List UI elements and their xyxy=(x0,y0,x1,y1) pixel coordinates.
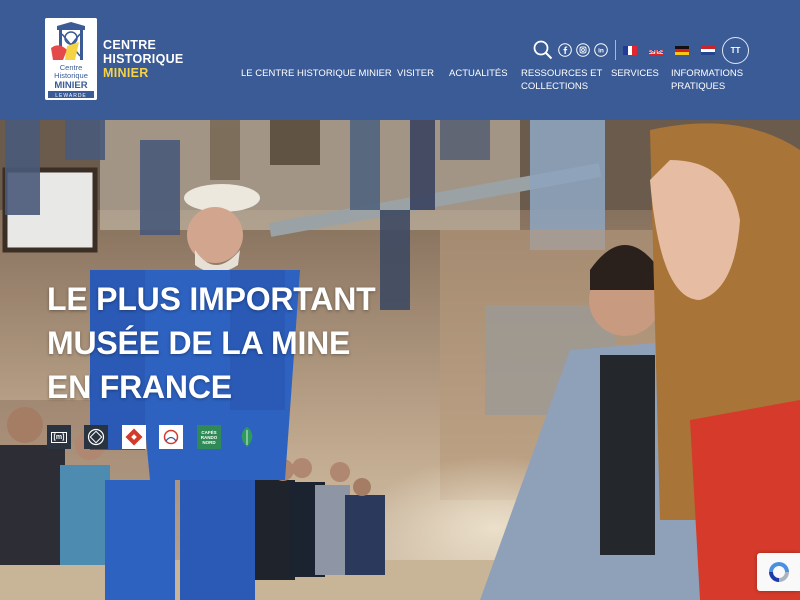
utility-bar: in xyxy=(533,38,727,62)
flag-nl-icon[interactable] xyxy=(701,45,715,55)
partner-logo-monument-icon[interactable] xyxy=(122,425,146,449)
nav-label: LE CENTRE HISTORIQUE MINIER xyxy=(241,68,392,79)
flag-en-icon[interactable] xyxy=(649,46,663,55)
logo-text-historique: Historique xyxy=(54,71,88,80)
nav-item-centre-historique-minier[interactable]: LE CENTRE HISTORIQUE MINIER xyxy=(241,68,392,81)
facebook-icon[interactable] xyxy=(558,43,572,57)
brand-line-3: MINIER xyxy=(103,66,149,80)
partner-logo-circle-icon[interactable] xyxy=(159,425,183,449)
linkedin-icon[interactable]: in xyxy=(594,43,608,57)
hero-title-line-1: LE PLUS IMPORTANT xyxy=(47,281,376,317)
site-header: Centre Historique MINIER LEWARDE CENTRE … xyxy=(0,0,800,120)
recaptcha-badge[interactable] xyxy=(757,553,800,591)
flag-fr-icon[interactable] xyxy=(623,45,637,55)
svg-text:in: in xyxy=(598,48,604,55)
hero-title-line-3: EN FRANCE xyxy=(47,369,232,405)
partner-logo-m-text: [m] xyxy=(50,431,68,443)
brand-line-2: HISTORIQUE xyxy=(103,52,184,66)
nav-item-informations-pratiques[interactable]: INFORMATIONS PRATIQUES xyxy=(671,68,743,93)
nav-label: RESSOURCES ET xyxy=(521,68,603,79)
flag-de-icon[interactable] xyxy=(675,45,689,55)
nav-label: COLLECTIONS xyxy=(521,80,589,92)
nav-label: ACTUALITÉS xyxy=(449,68,508,79)
logo-text-minier: MINIER xyxy=(54,80,87,91)
partner-logo-cafes-rando-nord[interactable]: CAFÉS RANDO NORD xyxy=(197,425,221,449)
recaptcha-icon xyxy=(768,562,789,582)
partner-logo-leaf-icon[interactable] xyxy=(235,425,259,449)
utility-divider xyxy=(615,40,616,60)
hero-banner: LE PLUS IMPORTANT MUSÉE DE LA MINE EN FR… xyxy=(0,120,800,600)
brand-name[interactable]: CENTRE HISTORIQUE MINIER xyxy=(103,38,184,80)
nav-label: INFORMATIONS xyxy=(671,68,744,79)
partner-logo-m[interactable]: [m] xyxy=(47,425,71,449)
hero-title: LE PLUS IMPORTANT MUSÉE DE LA MINE EN FR… xyxy=(47,277,376,409)
nav-label: SERVICES xyxy=(611,68,659,79)
partner-logo-unesco-icon[interactable] xyxy=(84,425,108,449)
text-size-label: TT xyxy=(730,46,741,55)
site-logo[interactable]: Centre Historique MINIER LEWARDE xyxy=(45,18,97,100)
nav-item-services[interactable]: SERVICES xyxy=(611,68,659,81)
nav-label: PRATIQUES xyxy=(671,80,726,92)
logo-text-lewarde: LEWARDE xyxy=(55,93,87,99)
brand-line-1: CENTRE xyxy=(103,38,157,52)
nav-item-ressources-collections[interactable]: RESSOURCES ET COLLECTIONS xyxy=(521,68,602,93)
text-size-button[interactable]: TT xyxy=(722,37,749,64)
instagram-icon[interactable] xyxy=(576,43,590,57)
search-icon[interactable] xyxy=(533,40,553,60)
hero-title-line-2: MUSÉE DE LA MINE xyxy=(47,325,351,361)
nav-item-visiter[interactable]: VISITER xyxy=(397,68,434,81)
partner-logo-cafes-text: CAFÉS RANDO NORD xyxy=(200,429,218,445)
nav-label: VISITER xyxy=(397,68,434,79)
nav-item-actualites[interactable]: ACTUALITÉS xyxy=(449,68,508,81)
